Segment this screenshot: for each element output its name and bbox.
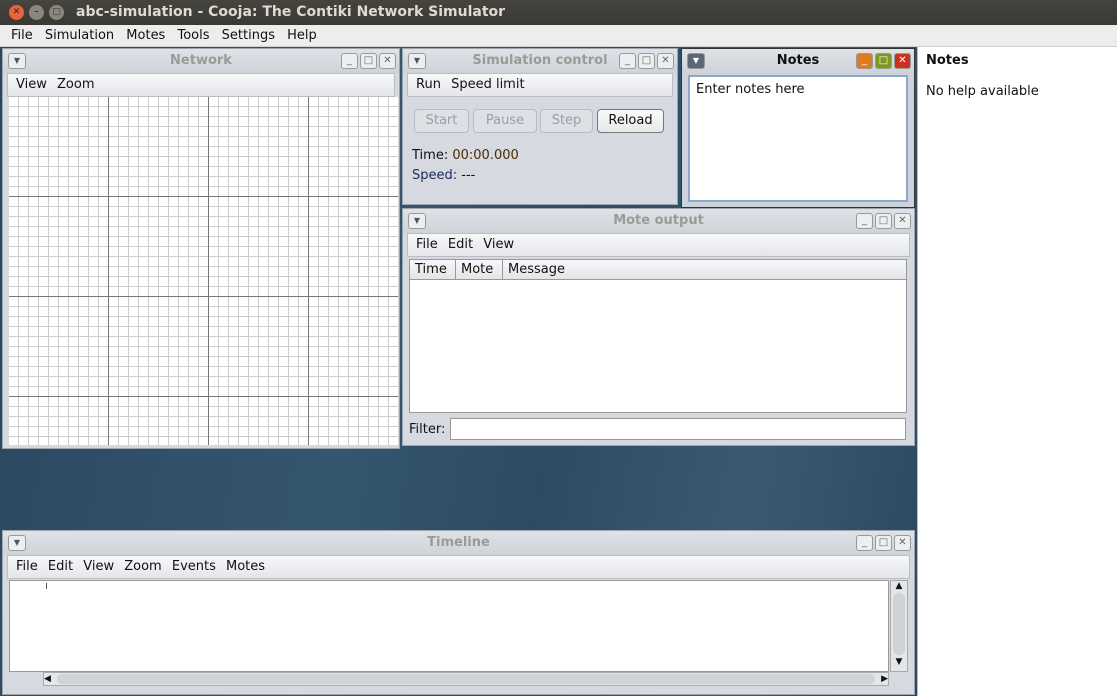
time-marker — [46, 583, 47, 589]
table-header: Time Mote Message — [410, 260, 906, 280]
scroll-thumb[interactable] — [56, 674, 876, 684]
help-panel: Notes No help available — [917, 47, 1117, 696]
moteoutput-title: Mote output — [613, 213, 704, 228]
frame-menu-icon[interactable]: ▼ — [408, 213, 426, 229]
frame-menu-icon[interactable]: ▼ — [8, 535, 26, 551]
window-titlebar: ✕ – □ abc-simulation - Cooja: The Contik… — [0, 0, 1117, 25]
close-icon[interactable]: ✕ — [657, 53, 674, 69]
close-icon[interactable]: ✕ — [894, 53, 911, 69]
minimize-icon[interactable]: _ — [856, 53, 873, 69]
filter-input[interactable] — [450, 418, 906, 440]
notes-title: Notes — [776, 53, 820, 68]
notes-textarea[interactable]: Enter notes here — [688, 75, 908, 202]
scroll-up-icon[interactable]: ▲ — [891, 581, 907, 591]
scroll-down-icon[interactable]: ▼ — [891, 657, 907, 667]
speed-value: --- — [461, 168, 476, 183]
simcontrol-titlebar[interactable]: ▼ Simulation control _ □ ✕ — [403, 49, 677, 73]
mote-output-window: ▼ Mote output _ □ ✕ File Edit View Time Mo… — [402, 208, 915, 446]
maximize-window-button[interactable]: □ — [49, 5, 64, 20]
mote-output-table[interactable]: Time Mote Message — [409, 259, 907, 413]
reload-button[interactable]: Reload — [597, 109, 664, 133]
filter-label: Filter: — [409, 422, 446, 437]
step-button[interactable]: Step — [540, 109, 593, 133]
simulation-control-window: ▼ Simulation control _ □ ✕ Run Speed limit… — [402, 48, 678, 205]
minimize-icon[interactable]: _ — [856, 535, 873, 551]
menu-tools[interactable]: Tools — [177, 28, 209, 43]
menu-zoom[interactable]: Zoom — [57, 77, 94, 92]
main-menubar: File Simulation Motes Tools Settings Hel… — [0, 25, 1117, 47]
network-titlebar[interactable]: ▼ Network _ □ ✕ — [3, 49, 399, 73]
network-title: Network — [170, 53, 232, 68]
frame-menu-icon[interactable]: ▼ — [687, 53, 705, 69]
maximize-icon[interactable]: □ — [875, 53, 892, 69]
maximize-icon[interactable]: □ — [875, 535, 892, 551]
menu-simulation[interactable]: Simulation — [45, 28, 114, 43]
close-window-button[interactable]: ✕ — [9, 5, 24, 20]
network-menu: View Zoom — [7, 73, 395, 97]
help-title: Notes — [926, 53, 969, 68]
minimize-icon[interactable]: _ — [619, 53, 636, 69]
speed-readout: Speed: --- — [412, 168, 475, 183]
horizontal-scrollbar[interactable]: ◀ ▶ — [43, 672, 889, 686]
menu-zoom[interactable]: Zoom — [124, 559, 161, 574]
menu-speed-limit[interactable]: Speed limit — [451, 77, 524, 92]
maximize-icon[interactable]: □ — [360, 53, 377, 69]
window-title: abc-simulation - Cooja: The Contiki Netw… — [76, 4, 506, 20]
simcontrol-title: Simulation control — [472, 53, 608, 68]
network-canvas[interactable] — [9, 97, 398, 445]
speed-label: Speed: — [412, 168, 458, 183]
column-mote[interactable]: Mote — [456, 260, 503, 279]
column-time[interactable]: Time — [410, 260, 456, 279]
menu-run[interactable]: Run — [416, 77, 441, 92]
menu-motes[interactable]: Motes — [226, 559, 265, 574]
moteoutput-titlebar[interactable]: ▼ Mote output _ □ ✕ — [403, 209, 914, 233]
notes-window: ▼ Notes _ □ ✕ Enter notes here — [681, 48, 915, 208]
time-label: Time: — [412, 148, 449, 163]
simcontrol-menu: Run Speed limit — [407, 73, 673, 97]
menu-help[interactable]: Help — [287, 28, 317, 43]
timeline-titlebar[interactable]: ▼ Timeline _ □ ✕ — [3, 531, 914, 555]
timeline-menu: File Edit View Zoom Events Motes — [7, 555, 910, 579]
menu-settings[interactable]: Settings — [222, 28, 275, 43]
time-value: 00:00.000 — [452, 148, 519, 163]
frame-menu-icon[interactable]: ▼ — [8, 53, 26, 69]
scroll-thumb[interactable] — [893, 593, 905, 655]
menu-file[interactable]: File — [16, 559, 38, 574]
network-window: ▼ Network _ □ ✕ View Zoom — [2, 48, 400, 449]
menu-motes[interactable]: Motes — [126, 28, 165, 43]
menu-file[interactable]: File — [11, 28, 33, 43]
menu-file[interactable]: File — [416, 237, 438, 252]
menu-events[interactable]: Events — [172, 559, 216, 574]
maximize-icon[interactable]: □ — [638, 53, 655, 69]
minimize-window-button[interactable]: – — [29, 5, 44, 20]
menu-edit[interactable]: Edit — [448, 237, 473, 252]
maximize-icon[interactable]: □ — [875, 213, 892, 229]
timeline-canvas[interactable] — [9, 580, 889, 672]
column-message[interactable]: Message — [503, 260, 565, 279]
close-icon[interactable]: ✕ — [379, 53, 396, 69]
moteoutput-menu: File Edit View — [407, 233, 910, 257]
menu-view[interactable]: View — [83, 559, 114, 574]
timeline-window: ▼ Timeline _ □ ✕ File Edit View Zoom Event… — [2, 530, 915, 695]
menu-edit[interactable]: Edit — [48, 559, 73, 574]
time-readout: Time: 00:00.000 — [412, 148, 519, 163]
help-text: No help available — [926, 84, 1039, 99]
scroll-right-icon[interactable]: ▶ — [881, 674, 888, 684]
notes-titlebar[interactable]: ▼ Notes _ □ ✕ — [682, 49, 914, 73]
frame-menu-icon[interactable]: ▼ — [408, 53, 426, 69]
menu-view[interactable]: View — [483, 237, 514, 252]
minimize-icon[interactable]: _ — [341, 53, 358, 69]
scroll-left-icon[interactable]: ◀ — [44, 674, 51, 684]
vertical-scrollbar[interactable]: ▲ ▼ — [890, 580, 908, 672]
minimize-icon[interactable]: _ — [856, 213, 873, 229]
start-button[interactable]: Start — [414, 109, 469, 133]
timeline-title: Timeline — [427, 535, 490, 550]
close-icon[interactable]: ✕ — [894, 535, 911, 551]
close-icon[interactable]: ✕ — [894, 213, 911, 229]
pause-button[interactable]: Pause — [473, 109, 537, 133]
menu-view[interactable]: View — [16, 77, 47, 92]
